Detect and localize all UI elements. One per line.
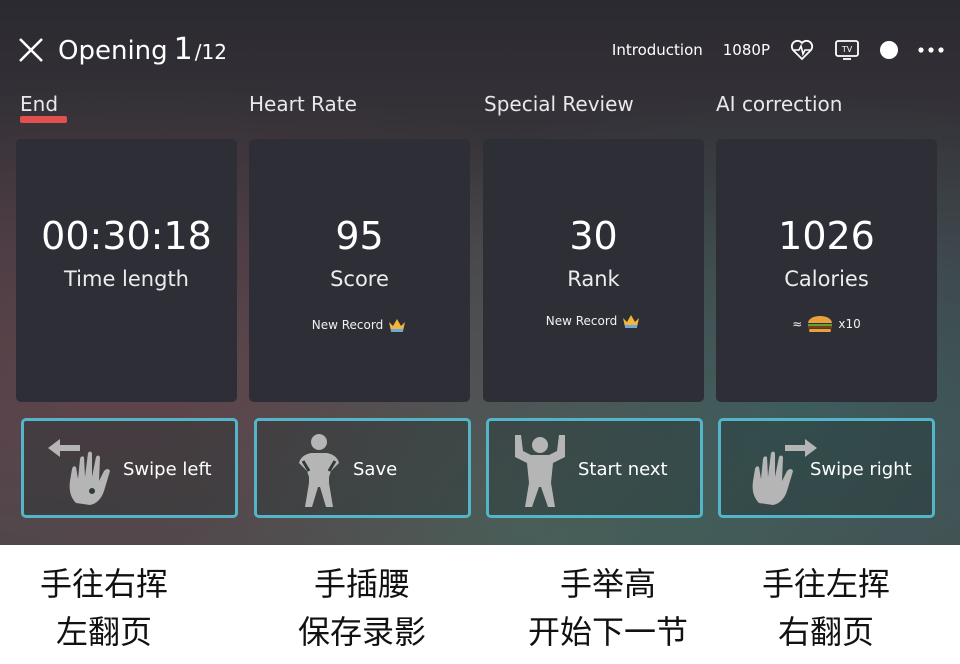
stat-card-calories: 1026 Calories ≈ x10: [716, 139, 937, 402]
tv-cast-icon[interactable]: TV: [834, 39, 860, 61]
stat-label: Score: [330, 267, 389, 291]
caption-line-2: 保存录影: [297, 613, 426, 651]
caption-swipe-left: 手往右挥 左翻页: [0, 560, 224, 656]
approx-sign: ≈: [792, 317, 803, 331]
svg-text:TV: TV: [841, 45, 853, 54]
caption-line-1: 手插腰: [313, 565, 410, 603]
save-button[interactable]: Save: [254, 418, 471, 518]
new-record-text: New Record: [545, 314, 618, 328]
caption-swipe-right: 手往左挥 右翻页: [706, 560, 946, 656]
crown-icon: [623, 315, 640, 328]
burger-icon: [808, 316, 833, 332]
gesture-label: Save: [353, 459, 398, 480]
crown-icon: [389, 319, 406, 332]
swipe-right-button[interactable]: Swipe right: [718, 418, 935, 518]
tab-end[interactable]: End: [20, 92, 58, 116]
caption-line-2: 左翻页: [55, 613, 152, 651]
stat-label: Rank: [567, 267, 620, 291]
resolution-button[interactable]: 1080P: [723, 41, 770, 59]
caption-line-2: 右翻页: [777, 613, 874, 651]
arms-raised-icon: [515, 435, 565, 507]
hand-swipe-left-icon: [48, 439, 110, 505]
gesture-label: Start next: [578, 459, 668, 480]
caption-start-next: 手举高 开始下一节: [488, 560, 728, 656]
stat-value: 30: [569, 214, 618, 258]
stat-value: 95: [335, 214, 384, 258]
stat-value: 1026: [778, 214, 875, 258]
record-toggle-icon[interactable]: [880, 41, 898, 59]
top-bar: Opening 1/12 Introduction 1080P TV: [0, 0, 960, 100]
gesture-label: Swipe left: [123, 459, 212, 480]
stat-card-time: 00:30:18 Time length: [16, 139, 237, 402]
tab-bar: End Heart Rate Special Review AI correct…: [0, 92, 960, 128]
new-record-badge: New Record: [483, 313, 704, 329]
caption-line-1: 手往右挥: [39, 565, 168, 603]
new-record-text: New Record: [311, 318, 384, 332]
hands-on-hips-icon: [299, 434, 339, 507]
close-icon[interactable]: [18, 37, 44, 63]
more-icon[interactable]: [918, 46, 944, 54]
page-current: 1: [173, 32, 193, 67]
stat-card-score: 95 Score New Record: [249, 139, 470, 402]
caption-line-2: 开始下一节: [527, 613, 688, 651]
calorie-equivalent: ≈ x10: [716, 315, 937, 333]
stat-label: Calories: [784, 267, 869, 291]
stat-card-rank: 30 Rank New Record: [483, 139, 704, 402]
introduction-button[interactable]: Introduction: [612, 41, 703, 59]
active-tab-indicator: [20, 116, 67, 123]
caption-save: 手插腰 保存录影: [242, 560, 482, 656]
heart-rate-icon[interactable]: [790, 39, 814, 61]
gesture-label: Swipe right: [810, 459, 912, 480]
tab-special-review[interactable]: Special Review: [484, 92, 634, 116]
start-next-button[interactable]: Start next: [486, 418, 703, 518]
swipe-left-button[interactable]: Swipe left: [21, 418, 238, 518]
tab-heart-rate[interactable]: Heart Rate: [249, 92, 357, 116]
stat-value: 00:30:18: [41, 214, 212, 258]
page-title: Opening 1/12: [58, 32, 227, 67]
stat-label: Time length: [63, 267, 189, 291]
tab-ai-correction[interactable]: AI correction: [716, 92, 842, 116]
top-right-controls: Introduction 1080P TV: [612, 36, 944, 64]
caption-line-1: 手举高: [559, 565, 656, 603]
new-record-badge: New Record: [249, 317, 470, 333]
calorie-multiplier: x10: [838, 317, 861, 331]
title-text: Opening: [58, 36, 168, 66]
app-screen: Opening 1/12 Introduction 1080P TV End He…: [0, 0, 960, 545]
page-total: /12: [194, 40, 227, 64]
caption-line-1: 手往左挥: [761, 565, 890, 603]
